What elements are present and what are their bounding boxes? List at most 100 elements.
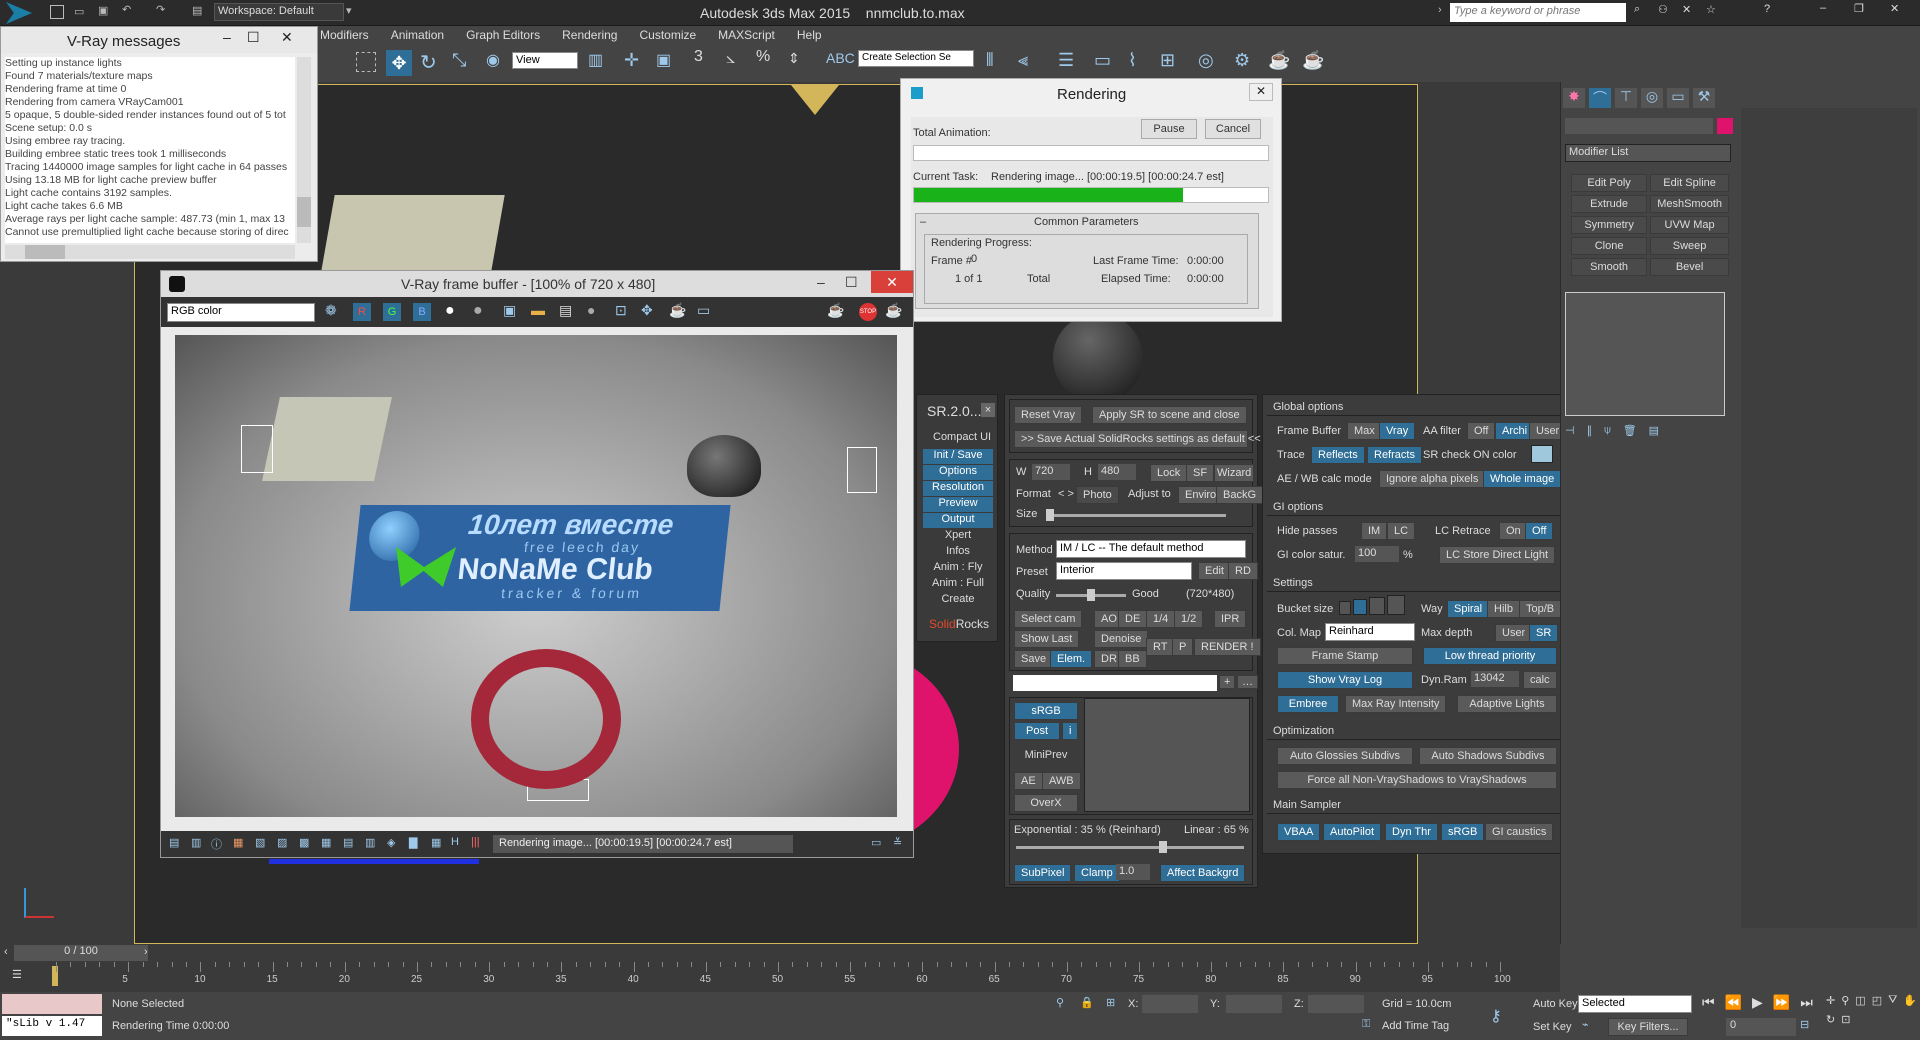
autopilot-button[interactable]: AutoPilot [1323, 823, 1382, 841]
info-icon[interactable]: ⓘ [211, 836, 222, 852]
layer-manager-icon[interactable]: ☰ [1058, 50, 1074, 71]
add-time-tag[interactable]: Add Time Tag [1382, 1020, 1449, 1032]
way-hilb-button[interactable]: Hilb [1487, 600, 1520, 618]
open-file-icon[interactable]: ▭ [74, 5, 84, 18]
width-input[interactable]: 720 [1032, 464, 1070, 480]
track-mouse-icon[interactable]: ⊡ [615, 302, 627, 319]
z-coordinate-input[interactable] [1308, 995, 1364, 1013]
dropdown-icon[interactable]: ▾ [346, 4, 352, 17]
edit-spline-button[interactable]: Edit Spline [1650, 174, 1729, 192]
zoom-all-icon[interactable]: ⚲ [1841, 994, 1849, 1007]
bucket-size-medium[interactable] [1353, 599, 1367, 615]
menu-modifiers[interactable]: Modifiers [320, 28, 369, 42]
clamp-button[interactable]: Clamp [1074, 864, 1120, 882]
overx-button[interactable]: OverX [1014, 794, 1078, 812]
time-config-icon[interactable]: ⊟ [1800, 1018, 1809, 1031]
de-button[interactable]: DE [1118, 610, 1148, 628]
x-coordinate-input[interactable] [1142, 995, 1198, 1013]
track-bar[interactable]: ☰ 5 10 15 20 25 30 35 40 45 50 55 60 65 70 75 80 85 90 95 1… [0, 962, 1560, 992]
object-name-field[interactable] [1565, 118, 1713, 134]
srgb-button[interactable]: sRGB [1014, 702, 1078, 720]
set-key-button[interactable]: Set Key [1526, 1018, 1579, 1036]
lc-retrace-off-button[interactable]: Off [1525, 522, 1554, 540]
levels-icon[interactable]: ▧ [255, 836, 265, 849]
create-tab-icon[interactable]: ✸ [1563, 88, 1585, 108]
render-interactive-icon[interactable]: ☕ [885, 302, 902, 319]
format-arrows[interactable]: < > [1058, 488, 1074, 500]
play-icon[interactable]: ▶ [1752, 994, 1763, 1011]
configure-sets-icon[interactable]: ▤ [1649, 424, 1659, 442]
smooth-button[interactable]: Smooth [1571, 258, 1648, 276]
frame-stamp-button[interactable]: Frame Stamp [1277, 647, 1413, 665]
size-slider[interactable] [1046, 509, 1226, 521]
sampler-srgb-button[interactable]: sRGB [1441, 823, 1485, 841]
render-last-icon[interactable]: ☕ [669, 302, 686, 319]
time-tag-icon[interactable]: ⚿ [1362, 1018, 1370, 1031]
red-channel-toggle[interactable]: R [353, 303, 371, 321]
auto-shadows-button[interactable]: Auto Shadows Subdivs [1419, 747, 1557, 765]
isolate-icon[interactable]: ⚲ [1056, 996, 1064, 1009]
vray-messages-window[interactable]: V-Ray messages – ☐ ✕ Setting up instance… [0, 26, 318, 262]
set-keys-icon[interactable]: ⌁ [1582, 1018, 1589, 1031]
save-image-icon[interactable]: ▣ [503, 302, 516, 319]
elements-button[interactable]: Elem. [1050, 650, 1093, 668]
named-selection-select[interactable]: Create Selection Se [858, 50, 974, 67]
whole-image-button[interactable]: Whole image [1483, 470, 1562, 488]
lens-effects-icon[interactable]: ▥ [191, 836, 201, 849]
menu-animation[interactable]: Animation [391, 28, 444, 42]
quality-slider[interactable] [1056, 589, 1126, 601]
exposure-slider[interactable] [1016, 841, 1244, 853]
maxscript-listener[interactable] [2, 994, 102, 1014]
curve-icon[interactable]: ▨ [277, 836, 287, 849]
fb-max-button[interactable]: Max [1347, 422, 1382, 440]
lock-button[interactable]: Lock [1150, 464, 1188, 482]
menu-customize[interactable]: Customize [639, 28, 696, 42]
pause-button[interactable]: Pause [1141, 119, 1197, 139]
aa-off-button[interactable]: Off [1467, 422, 1496, 440]
clear-image-icon[interactable]: ▤ [559, 302, 572, 319]
menu-rendering[interactable]: Rendering [562, 28, 617, 42]
auto-key-button[interactable]: Auto Key [1526, 995, 1585, 1013]
wizard-button[interactable]: Wizard [1214, 464, 1255, 482]
browse-path-button[interactable]: … [1237, 675, 1258, 689]
sr-nav-infos[interactable]: Infos [923, 545, 993, 560]
app-logo-icon[interactable] [6, 2, 32, 24]
save-default-button[interactable]: >> Save Actual SolidRocks settings as de… [1014, 430, 1261, 448]
sr-nav-anim-fly[interactable]: Anim : Fly [923, 561, 993, 576]
schematic-view-icon[interactable]: ⊞ [1160, 50, 1175, 71]
duplicate-icon[interactable]: ● [587, 302, 595, 318]
keyboard-shortcut-icon[interactable]: ▣ [656, 50, 671, 70]
awb-button[interactable]: AWB [1042, 772, 1081, 790]
prev-frame-arrow[interactable]: ‹ [4, 946, 8, 958]
new-file-icon[interactable] [50, 5, 64, 19]
minimize-icon[interactable]: – [223, 29, 231, 45]
rotate-icon[interactable]: ↻ [420, 50, 437, 75]
close-icon[interactable]: × [981, 403, 995, 417]
ocio-icon[interactable]: ▥ [365, 836, 375, 849]
refracts-button[interactable]: Refracts [1367, 446, 1422, 464]
sr-check-color-swatch[interactable] [1531, 445, 1553, 463]
mini-curve-editor-icon[interactable]: ☰ [12, 968, 22, 981]
object-color-swatch[interactable] [1717, 118, 1733, 134]
colmap-select[interactable]: Reinhard [1325, 623, 1415, 641]
way-topb-button[interactable]: Top/B [1519, 600, 1562, 618]
max-depth-sr-button[interactable]: SR [1529, 624, 1559, 642]
add-path-button[interactable]: + [1219, 675, 1236, 689]
reference-coord-select[interactable]: View [512, 52, 578, 69]
utilities-tab-icon[interactable]: ⚒ [1693, 88, 1715, 108]
sr-nav-anim-full[interactable]: Anim : Full [923, 577, 993, 592]
render-image[interactable]: 10лет вместе free leech day NoNaMe Club … [175, 335, 897, 817]
render-frame-icon[interactable]: ☕ [1268, 50, 1290, 71]
rgb-bars-icon[interactable]: ||| [471, 836, 480, 848]
show-last-button[interactable]: Show Last [1014, 630, 1080, 648]
close-icon[interactable]: ✕ [281, 29, 293, 46]
affect-background-button[interactable]: Affect Backgrd [1160, 864, 1246, 882]
monochrome-icon[interactable]: ● [473, 302, 483, 320]
sr-nav-create[interactable]: Create [923, 593, 993, 608]
gi-color-input[interactable]: 100 [1355, 546, 1399, 562]
search-input[interactable]: Type a keyword or phrase [1450, 3, 1626, 22]
uvw-map-button[interactable]: UVW Map [1650, 216, 1729, 234]
symmetry-button[interactable]: Symmetry [1571, 216, 1648, 234]
help-icon[interactable]: ? [1764, 3, 1770, 15]
quarter-res-button[interactable]: 1/4 [1146, 610, 1176, 628]
